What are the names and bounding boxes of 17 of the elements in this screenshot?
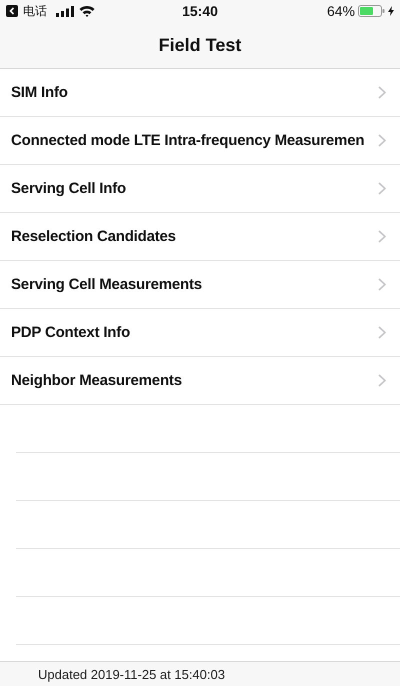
wifi-icon	[79, 5, 95, 17]
chevron-icon	[378, 326, 386, 339]
back-app-label[interactable]: 电话	[23, 2, 47, 20]
clock: 15:40	[182, 3, 218, 19]
signal-icon	[56, 6, 74, 16]
screen-title: Field Test	[158, 34, 242, 56]
charging-bolt-icon	[388, 6, 394, 16]
chevron-icon	[378, 230, 386, 243]
chevron-icon	[378, 374, 386, 387]
chevron-icon	[378, 278, 386, 291]
chevron-icon	[378, 182, 386, 195]
battery-icon	[358, 5, 385, 17]
update-timestamp: Updated 2019-11-25 at 15:40:03	[38, 666, 225, 682]
chevron-icon	[378, 134, 386, 147]
back-icon[interactable]	[6, 5, 18, 17]
chevron-icon	[378, 86, 386, 99]
battery-percentage: 64%	[326, 3, 355, 19]
